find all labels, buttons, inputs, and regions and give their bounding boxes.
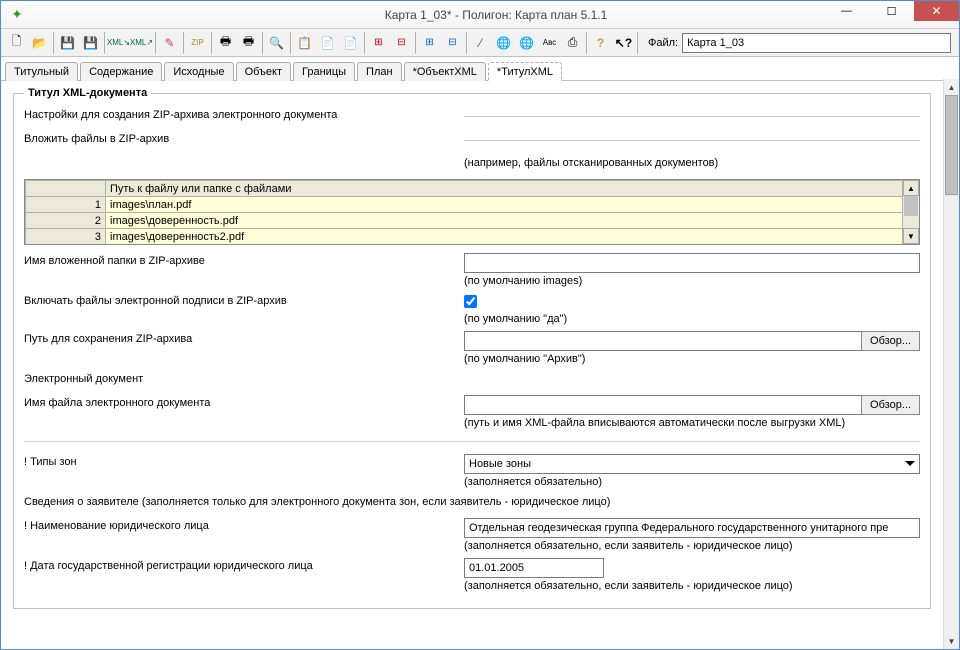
row-num[interactable]: 1	[26, 197, 106, 213]
folder-name-hint: (по умолчанию images)	[464, 275, 920, 287]
row-add-icon[interactable]: ⊞	[367, 31, 390, 54]
scroll-thumb[interactable]	[904, 196, 918, 216]
folder-name-label: Имя вложенной папки в ZIP-архиве	[24, 253, 464, 267]
edoc-name-label: Имя файла электронного документа	[24, 395, 464, 409]
tabs: Титульный Содержание Исходные Объект Гра…	[1, 57, 959, 81]
edoc-name-input[interactable]	[464, 395, 862, 415]
scroll-down-icon[interactable]: ▼	[944, 633, 959, 649]
include-sig-checkbox[interactable]	[464, 295, 477, 308]
xml-import-icon[interactable]: XML↘	[107, 31, 130, 54]
browse-button[interactable]: Обзор...	[861, 331, 920, 351]
whatsthis-icon[interactable]: ↖?	[612, 31, 635, 54]
paste2-icon[interactable]: 📄	[339, 31, 362, 54]
table-row: 3 images\доверенность2.pdf	[26, 229, 919, 245]
legal-name-input[interactable]	[464, 518, 920, 538]
include-sig-label: Включать файлы электронной подписи в ZIP…	[24, 293, 464, 307]
reg-date-input[interactable]	[464, 558, 604, 578]
row-path[interactable]: images\доверенность.pdf	[106, 213, 903, 229]
fieldset-titul-xml: Титул XML-документа Настройки для создан…	[13, 87, 931, 609]
zone-types-label: ! Типы зон	[24, 454, 464, 468]
wand-icon[interactable]: ⁄	[469, 31, 492, 54]
edoc-label: Электронный документ	[24, 371, 464, 385]
new-icon[interactable]: 🗋	[5, 31, 28, 54]
xml-export-icon[interactable]: XML↗	[130, 31, 153, 54]
reg-date-hint: (заполняется обязательно, если заявитель…	[464, 580, 920, 592]
minimize-button[interactable]	[824, 1, 869, 21]
zip-settings-label: Настройки для создания ZIP-архива электр…	[24, 107, 464, 121]
print-icon[interactable]: 🖶	[214, 31, 237, 54]
print2-icon[interactable]: 🖶	[237, 31, 260, 54]
scroll-down-icon[interactable]: ▼	[903, 228, 919, 244]
vertical-scrollbar[interactable]: ▲ ▼	[943, 79, 959, 649]
zip-path-input[interactable]	[464, 331, 862, 351]
row-num[interactable]: 2	[26, 213, 106, 229]
help-icon[interactable]: ?	[589, 31, 612, 54]
globe2-icon[interactable]: 🌐	[515, 31, 538, 54]
legal-name-label: ! Наименование юридического лица	[24, 518, 464, 532]
zip-icon[interactable]: ZIP	[186, 31, 209, 54]
abc-icon[interactable]: Авс	[538, 31, 561, 54]
window-title: Карта 1_03* - Полигон: Карта план 5.1.1	[33, 8, 959, 22]
applicant-info-label: Сведения о заявителе (заполняется только…	[24, 494, 920, 508]
maximize-button[interactable]	[869, 1, 914, 21]
table-row: 1 images\план.pdf	[26, 197, 919, 213]
globe-icon[interactable]: 🌐	[492, 31, 515, 54]
calc-icon[interactable]: ⎙	[561, 31, 584, 54]
app-icon: ✦	[7, 5, 27, 25]
file-label: Файл:	[648, 37, 678, 49]
edit-icon[interactable]: ✎	[158, 31, 181, 54]
preview-icon[interactable]: 🔍	[265, 31, 288, 54]
legend: Титул XML-документа	[24, 87, 151, 99]
row-del-icon[interactable]: ⊟	[390, 31, 413, 54]
zip-path-label: Путь для сохранения ZIP-архива	[24, 331, 464, 345]
scroll-up-icon[interactable]: ▲	[903, 180, 919, 196]
scroll-up-icon[interactable]: ▲	[944, 79, 959, 95]
file-input[interactable]	[682, 33, 951, 53]
row-num[interactable]: 3	[26, 229, 106, 245]
zone-types-hint: (заполняется обязательно)	[464, 476, 920, 488]
zip-path-hint: (по умолчанию "Архив")	[464, 353, 920, 365]
separator	[24, 441, 920, 442]
zone-types-select[interactable]: Новые зоны	[464, 454, 920, 474]
saveas-icon[interactable]: 💾	[79, 31, 102, 54]
row-path[interactable]: images\доверенность2.pdf	[106, 229, 903, 245]
reg-date-label: ! Дата государственной регистрации юриди…	[24, 558, 464, 572]
paste-icon[interactable]: 📄	[316, 31, 339, 54]
table-corner	[26, 181, 106, 197]
attach-files-hint: (например, файлы отсканированных докумен…	[464, 157, 920, 169]
close-button[interactable]	[914, 1, 959, 21]
row-path[interactable]: images\план.pdf	[106, 197, 903, 213]
attach-files-label: Вложить файлы в ZIP-архив	[24, 131, 464, 145]
col-add-icon[interactable]: ⊞	[418, 31, 441, 54]
table-header-path[interactable]: Путь к файлу или папке с файлами	[106, 181, 903, 197]
open-icon[interactable]: 📂	[28, 31, 51, 54]
save-icon[interactable]: 💾	[56, 31, 79, 54]
folder-name-input[interactable]	[464, 253, 920, 273]
copy-icon[interactable]: 📋	[293, 31, 316, 54]
scroll-thumb[interactable]	[945, 95, 958, 195]
col-del-icon[interactable]: ⊟	[441, 31, 464, 54]
table-row: 2 images\доверенность.pdf	[26, 213, 919, 229]
legal-name-hint: (заполняется обязательно, если заявитель…	[464, 540, 920, 552]
browse-button-2[interactable]: Обзор...	[861, 395, 920, 415]
titlebar: ✦ Карта 1_03* - Полигон: Карта план 5.1.…	[1, 1, 959, 29]
edoc-name-hint: (путь и имя XML-файла вписываются автома…	[464, 417, 920, 429]
toolbar: 🗋 📂 💾 💾 XML↘ XML↗ ✎ ZIP 🖶 🖶 🔍 📋 📄 📄 ⊞ ⊟ …	[1, 29, 959, 57]
files-table[interactable]: Путь к файлу или папке с файлами 1 image…	[24, 179, 920, 245]
content: Титул XML-документа Настройки для создан…	[1, 79, 943, 649]
include-sig-hint: (по умолчанию "да")	[464, 313, 920, 325]
table-scrollbar[interactable]: ▲ ▼	[903, 180, 919, 244]
